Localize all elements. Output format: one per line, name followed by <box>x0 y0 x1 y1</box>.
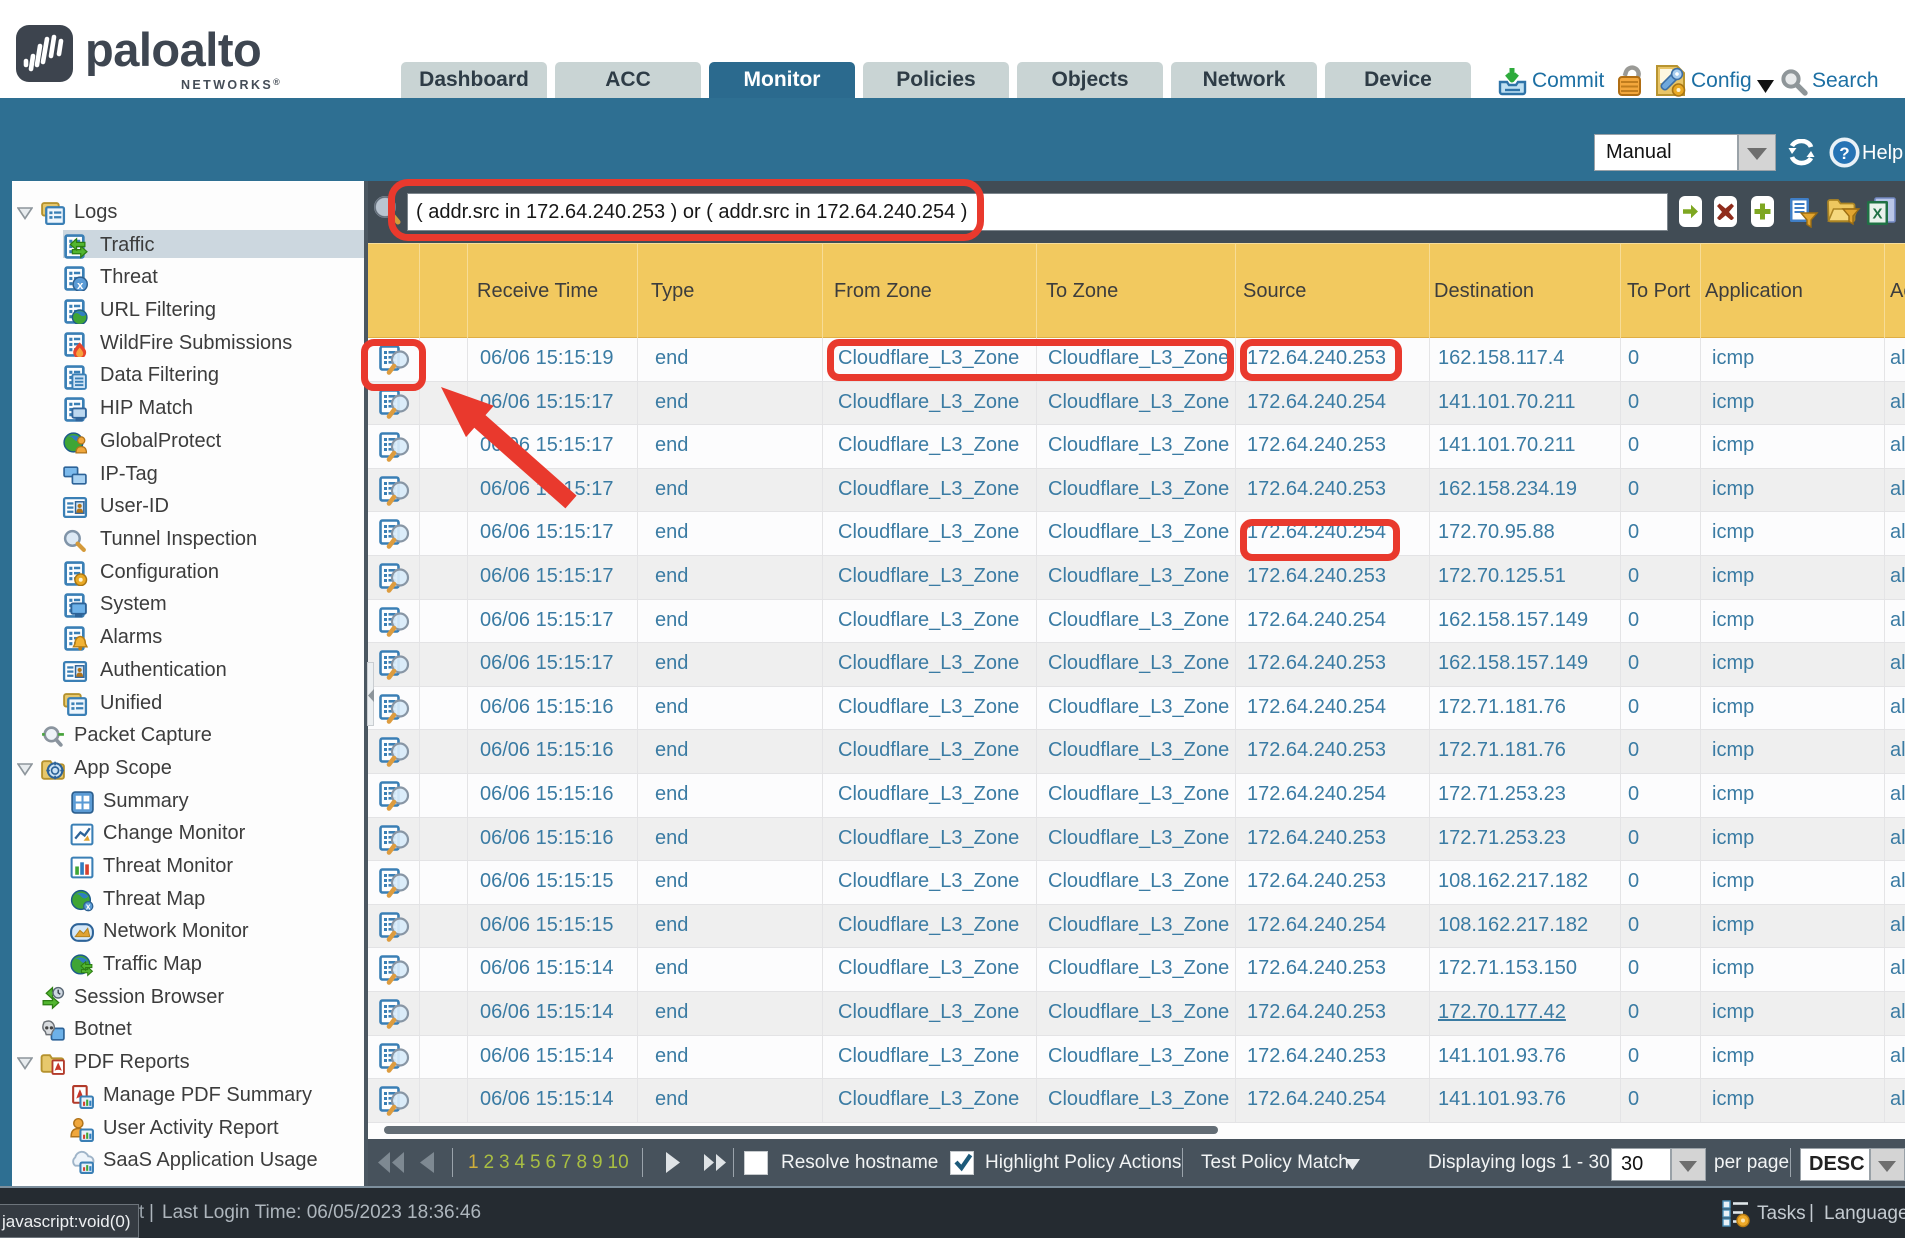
svg-text:x: x <box>77 280 84 291</box>
svg-text:?: ? <box>1839 144 1849 163</box>
svg-text:x: x <box>86 901 91 911</box>
svg-text:X: X <box>1872 206 1882 223</box>
